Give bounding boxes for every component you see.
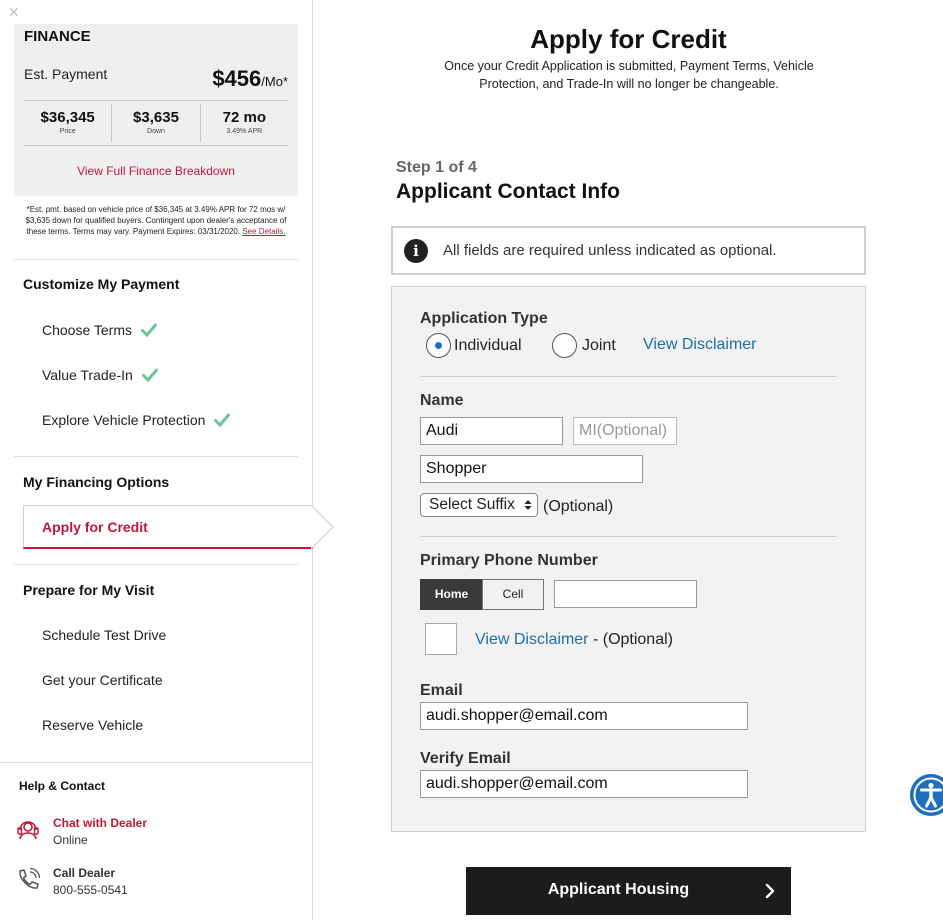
suffix-select[interactable]: Select Suffix: [420, 493, 538, 517]
middle-initial-input[interactable]: MI(Optional): [573, 417, 677, 445]
active-pointer-arrow: [311, 505, 334, 549]
down-cell: $3,635 Down: [112, 104, 201, 142]
divider: [420, 376, 837, 377]
phone-type-home-toggle[interactable]: Home: [420, 579, 483, 610]
page-title: Apply for Credit: [530, 24, 727, 54]
sidebar-item-label: Value Trade-In: [42, 367, 133, 383]
finance-disclaimer: *Est. pmt. based on vehicle price of $36…: [16, 204, 296, 237]
finance-terms-row: $36,345 Price $3,635 Down 72 mo 3.49% AP…: [24, 104, 288, 142]
chat-with-dealer[interactable]: Chat with Dealer Online: [14, 816, 147, 847]
step-indicator: Step 1 of 4: [396, 159, 477, 176]
help-contact-heading: Help & Contact: [19, 779, 106, 793]
select-caret-icon: [524, 500, 532, 510]
close-icon[interactable]: ✕: [8, 5, 20, 19]
sidebar: ✕ FINANCE Est. Payment $456/Mo* $36,345 …: [0, 0, 334, 920]
sidebar-item-label: Choose Terms: [42, 322, 133, 338]
phone-icon: [19, 867, 41, 889]
phone-optional-label: - (Optional): [588, 631, 673, 648]
last-name-input[interactable]: Shopper: [420, 455, 643, 483]
notice-text: All fields are required unless indicated…: [443, 242, 777, 259]
est-payment-amount: $456: [212, 66, 262, 91]
suffix-optional-label: (Optional): [543, 498, 614, 515]
page-subtitle: Once your Credit Application is submitte…: [444, 59, 814, 91]
sidebar-item-label: Explore Vehicle Protection: [42, 412, 206, 428]
section-title: Applicant Contact Info: [396, 180, 620, 203]
price-cell: $36,345 Price: [24, 104, 113, 142]
price-value: $36,345: [40, 109, 95, 126]
finance-summary-card: FINANCE Est. Payment $456/Mo* $36,345 Pr…: [14, 24, 298, 196]
first-name-input[interactable]: Audi: [420, 417, 563, 445]
down-value: $3,635: [133, 109, 179, 126]
check-icon: [141, 323, 158, 337]
suffix-select-value: Select Suffix: [429, 496, 515, 513]
radio-joint[interactable]: [552, 333, 577, 358]
view-disclaimer-link[interactable]: View Disclaimer: [643, 336, 757, 354]
application-type-label: Application Type: [420, 310, 548, 327]
sidebar-item-label: Reserve Vehicle: [42, 717, 144, 733]
sidebar-item-certificate[interactable]: Get your Certificate: [42, 672, 163, 688]
view-finance-breakdown-link[interactable]: View Full Finance Breakdown: [14, 164, 298, 178]
chat-status: Online: [53, 833, 88, 847]
divider: [14, 564, 298, 565]
down-label: Down: [147, 128, 165, 135]
chat-title: Chat with Dealer: [53, 816, 148, 830]
sidebar-item-choose-terms[interactable]: Choose Terms: [42, 322, 158, 338]
apr-label: 3.49% APR: [226, 128, 263, 135]
est-payment-value: $456/Mo*: [212, 66, 288, 92]
check-icon: [141, 368, 158, 382]
check-icon: [214, 413, 231, 427]
applicant-housing-button[interactable]: Applicant Housing: [466, 867, 791, 915]
phone-number-input[interactable]: [554, 580, 697, 608]
sidebar-item-label: Get your Certificate: [42, 672, 163, 688]
verify-email-input[interactable]: audi.shopper@email.com: [420, 770, 748, 798]
sidebar-item-label: Apply for Credit: [42, 519, 148, 535]
est-payment-unit: /Mo*: [261, 74, 288, 89]
cta-label: Applicant Housing: [547, 881, 690, 898]
divider: [24, 100, 288, 101]
divider: [24, 145, 288, 146]
sidebar-item-reserve-vehicle[interactable]: Reserve Vehicle: [42, 717, 143, 733]
sidebar-item-apply-for-credit[interactable]: Apply for Credit: [23, 505, 313, 549]
visit-heading: Prepare for My Visit: [23, 582, 155, 598]
contact-form: Application Type Individual Joint View D…: [391, 286, 866, 832]
divider: [0, 762, 313, 763]
price-label: Price: [59, 128, 76, 135]
divider: [14, 259, 298, 260]
sidebar-item-explore-protection[interactable]: Explore Vehicle Protection: [42, 412, 231, 428]
email-label: Email: [420, 682, 463, 699]
verify-email-label: Verify Email: [420, 750, 511, 767]
term-cell: 72 mo 3.49% APR: [201, 104, 288, 142]
phone-type-cell-toggle[interactable]: Cell: [482, 579, 544, 610]
individual-label[interactable]: Individual: [454, 337, 522, 355]
chevron-right-icon: [765, 883, 775, 899]
financing-heading: My Financing Options: [23, 474, 170, 490]
headset-icon: [17, 821, 39, 840]
name-label: Name: [420, 392, 464, 409]
sidebar-item-label: Schedule Test Drive: [42, 627, 167, 643]
term-value: 72 mo: [222, 109, 266, 126]
see-details-link[interactable]: See Details.: [242, 227, 285, 236]
customize-heading: Customize My Payment: [23, 276, 180, 292]
required-fields-notice: i All fields are required unless indicat…: [391, 226, 866, 275]
radio-selected-dot: [435, 342, 442, 349]
call-title: Call Dealer: [53, 866, 116, 880]
joint-label[interactable]: Joint: [582, 337, 616, 355]
call-number: 800-555-0541: [53, 883, 128, 897]
est-payment-label: Est. Payment: [24, 66, 108, 82]
divider: [14, 456, 298, 457]
info-icon: i: [404, 239, 428, 263]
primary-phone-label: Primary Phone Number: [420, 552, 598, 569]
phone-disclaimer: View Disclaimer - (Optional): [475, 631, 673, 649]
accessibility-icon[interactable]: [910, 774, 943, 816]
email-input[interactable]: audi.shopper@email.com: [420, 702, 748, 730]
sidebar-item-test-drive[interactable]: Schedule Test Drive: [42, 627, 166, 643]
call-dealer[interactable]: Call Dealer 800-555-0541: [14, 866, 128, 897]
finance-title: FINANCE: [24, 28, 91, 45]
phone-consent-checkbox[interactable]: [425, 623, 457, 655]
phone-view-disclaimer-link[interactable]: View Disclaimer: [475, 631, 589, 648]
sidebar-item-value-trade-in[interactable]: Value Trade-In: [42, 367, 158, 383]
divider: [420, 536, 837, 537]
radio-individual[interactable]: [426, 333, 451, 358]
